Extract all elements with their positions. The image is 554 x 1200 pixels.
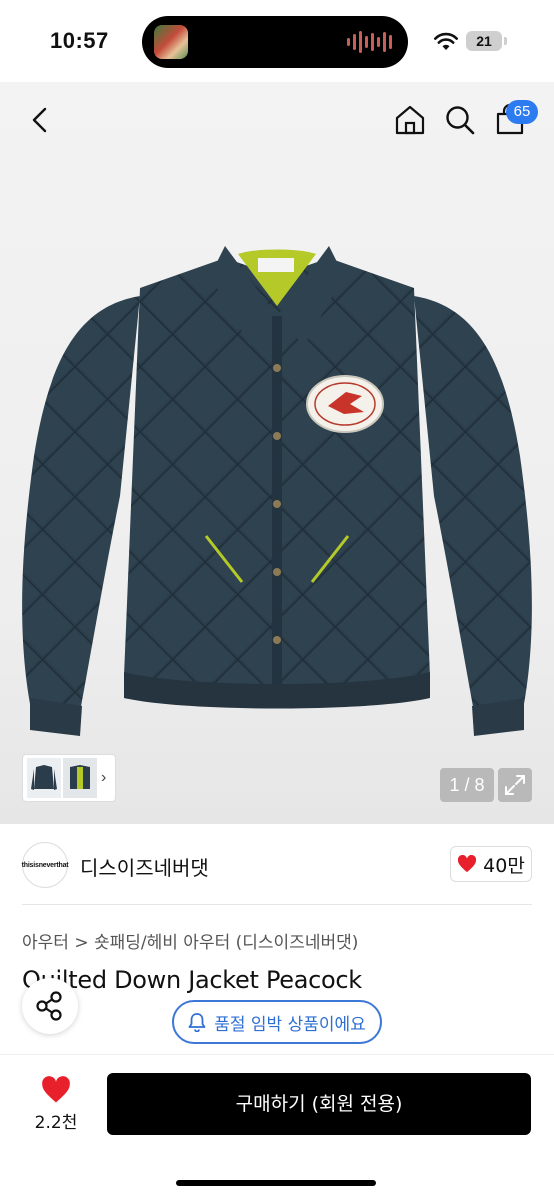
status-time: 10:57 [50, 28, 109, 53]
heart-icon [458, 855, 477, 873]
seller-logo-text: thisisneverthat [21, 861, 69, 869]
chevron-right-icon: › [101, 769, 107, 786]
wishlist-count: 2.2천 [34, 1113, 78, 1133]
divider [22, 904, 532, 905]
brand-like-button[interactable]: 40만 [450, 846, 532, 882]
seller-logo[interactable]: thisisneverthat [21, 842, 69, 888]
image-counter: 1 / 8 [440, 768, 494, 802]
low-stock-notice[interactable]: 품절 임박 상품이에요 [172, 1000, 382, 1044]
status-bar: 10:57 21 [0, 0, 554, 82]
thumbnail-strip[interactable]: › [22, 754, 116, 802]
cart-count-badge: 65 [506, 100, 538, 124]
home-indicator [176, 1180, 376, 1186]
expand-icon[interactable] [498, 768, 532, 802]
home-icon[interactable] [394, 104, 426, 136]
bell-icon [188, 1013, 206, 1032]
low-stock-text: 품절 임박 상품이에요 [214, 1014, 366, 1035]
seller-name[interactable]: 디스이즈네버댓 [80, 852, 209, 881]
product-photo [22, 246, 532, 736]
buy-button[interactable]: 구매하기 (회원 전용) [107, 1073, 531, 1135]
dynamic-island[interactable] [142, 16, 408, 68]
brand-like-count: 40만 [483, 854, 525, 877]
battery-level: 21 [466, 31, 502, 51]
audio-waveform-icon [347, 31, 392, 53]
battery-tip [504, 37, 507, 45]
back-icon[interactable] [24, 104, 56, 136]
heart-icon [42, 1076, 70, 1103]
share-button[interactable] [22, 978, 78, 1034]
now-playing-artwork [154, 25, 188, 59]
thumbnail-front[interactable] [27, 758, 61, 798]
share-icon [36, 991, 62, 1021]
wifi-icon [434, 32, 458, 50]
thumbnail-open[interactable] [63, 758, 97, 798]
search-icon[interactable] [444, 104, 476, 136]
breadcrumb[interactable]: 아우터 > 숏패딩/헤비 아우터 (디스이즈네버댓) [22, 928, 358, 953]
